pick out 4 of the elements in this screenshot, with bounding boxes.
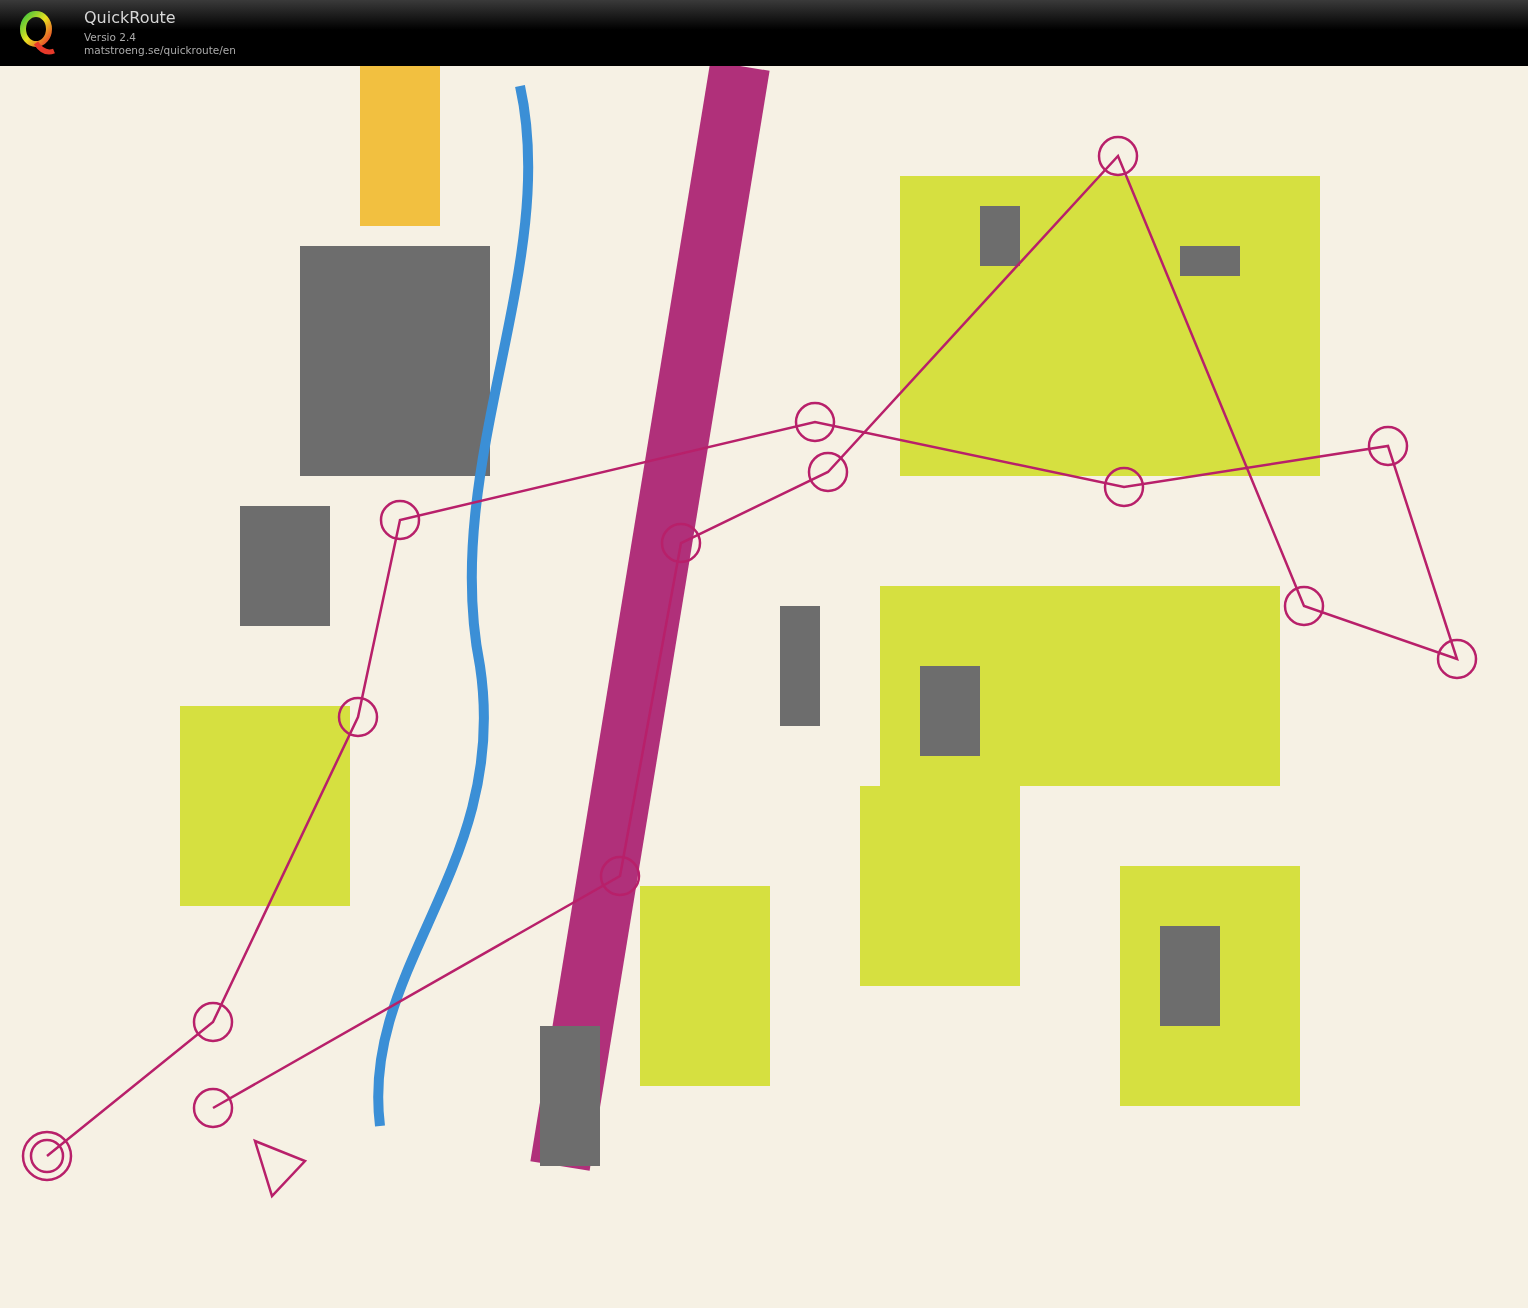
logo-icon xyxy=(18,9,58,57)
app-title: QuickRoute xyxy=(84,9,177,27)
website-url: matstroeng.se/quickroute/en xyxy=(84,43,236,57)
version-text: Versio 2.4 xyxy=(84,30,137,44)
